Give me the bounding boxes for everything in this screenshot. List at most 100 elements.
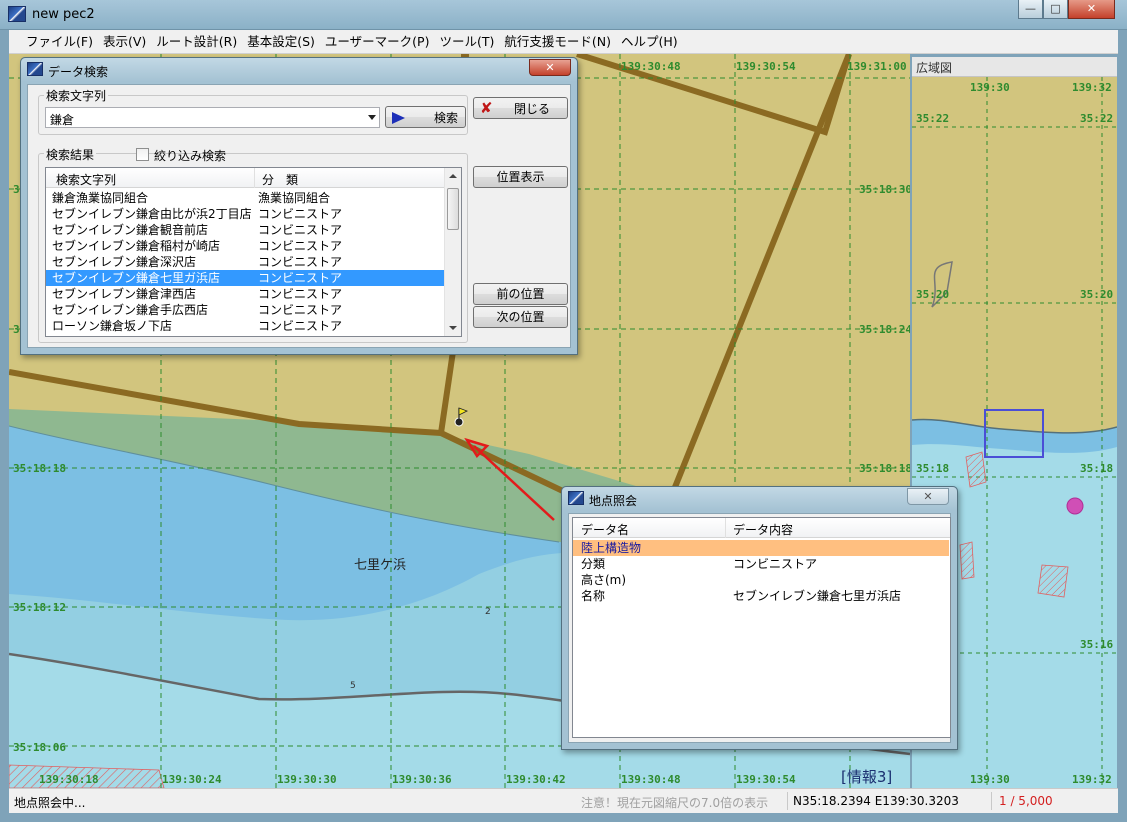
row-category: コンビニストア — [258, 207, 343, 221]
results-list[interactable]: 検索文字列 分 類 鎌倉漁業協同組合 漁業協同組合 セブンイレブン鎌倉由比が浜2丁… — [45, 167, 462, 337]
search-dialog-titlebar[interactable]: データ検索 ✕ — [21, 58, 577, 82]
overview-label-left-0: 35:22 — [916, 112, 949, 125]
results-scrollbar[interactable] — [444, 168, 461, 336]
grid-label-bottom-3: 139:30:36 — [392, 773, 452, 786]
table-row-highlighted[interactable]: 陸上構造物 — [573, 540, 949, 556]
overview-label-right-2: 35:18 — [1080, 462, 1113, 475]
table-row[interactable]: 鎌倉漁業協同組合 漁業協同組合 — [46, 190, 444, 206]
point-col-name[interactable]: データ名 — [581, 521, 629, 538]
menu-route[interactable]: ルート設計(R) — [151, 30, 242, 54]
search-button[interactable]: 検索 — [385, 106, 466, 128]
search-dialog-body: 検索文字列 鎌倉 検索 ✘ 閉じる 検索結果 絞り込み検索 検索文字列 分 類 … — [27, 84, 571, 348]
filter-checkbox-label: 絞り込み検索 — [154, 149, 227, 163]
dialog-app-icon — [27, 62, 43, 76]
search-dialog: データ検索 ✕ 検索文字列 鎌倉 検索 ✘ 閉じる 検索結果 絞り込み検索 検索… — [20, 57, 578, 355]
search-button-label: 検索 — [434, 111, 459, 125]
table-row[interactable]: セブンイレブン鎌倉津西店 コンビニストア — [46, 286, 444, 302]
grid-label-top-0: 139:30:48 — [621, 60, 681, 73]
row-name: 名称 — [581, 589, 606, 603]
row-category: コンビニストア — [258, 239, 343, 253]
point-info-list[interactable]: データ名 データ内容 陸上構造物 分類 コンビニストア 高さ(m) 名称 セブンイレ… — [572, 517, 951, 738]
row-name: セブンイレブン鎌倉稲村が崎店 — [52, 239, 221, 253]
maximize-button[interactable]: □ — [1043, 0, 1068, 19]
table-row[interactable]: セブンイレブン鎌倉稲村が崎店 コンビニストア — [46, 238, 444, 254]
prev-position-button[interactable]: 前の位置 — [473, 283, 568, 305]
scroll-thumb[interactable] — [447, 188, 459, 230]
menu-view[interactable]: 表示(V) — [98, 30, 151, 54]
point-dialog-close-icon[interactable]: ✕ — [907, 488, 949, 505]
menu-navigation[interactable]: 航行支援モード(N) — [499, 30, 616, 54]
row-value: セブンイレブン鎌倉七里ガ浜店 — [733, 589, 902, 603]
grid-label-left-1: 35:18:12 — [13, 601, 66, 614]
menu-file[interactable]: ファイル(F) — [21, 30, 98, 54]
table-row[interactable]: ローソン鎌倉坂ノ下店 コンビニストア — [46, 318, 444, 334]
depth-label-2: 2 — [485, 607, 491, 617]
grid-label-top-1: 139:30:54 — [736, 60, 796, 73]
grid-label-bottom-0: 139:30:18 — [39, 773, 99, 786]
results-list-header: 検索文字列 分 類 — [46, 168, 444, 188]
row-category: コンビニストア — [258, 287, 343, 301]
table-row[interactable]: 高さ(m) — [573, 572, 949, 588]
scroll-down-icon[interactable] — [449, 326, 457, 330]
search-input[interactable]: 鎌倉 — [45, 107, 380, 128]
row-category: コンビニストア — [258, 271, 343, 285]
menu-bar: ファイル(F) 表示(V) ルート設計(R) 基本設定(S) ユーザーマーク(P) ツール… — [9, 30, 1118, 54]
status-coordinates: N35:18.2394 E139:30.3203 — [793, 794, 959, 808]
window-title: new pec2 — [32, 7, 95, 22]
row-name: 鎌倉漁業協同組合 — [52, 191, 149, 205]
place-name: 七里ケ浜 — [354, 558, 406, 573]
table-row[interactable]: 分類 コンビニストア — [573, 556, 949, 572]
overview-label-right-0: 35:22 — [1080, 112, 1113, 125]
row-name: セブンイレブン鎌倉津西店 — [52, 287, 197, 301]
overview-label-bottom-1: 139:32 — [1072, 773, 1112, 786]
search-input-value: 鎌倉 — [50, 113, 75, 127]
menu-settings[interactable]: 基本設定(S) — [242, 30, 320, 54]
point-dialog-titlebar[interactable]: 地点照会 ✕ — [562, 487, 957, 511]
menu-usermark[interactable]: ユーザーマーク(P) — [320, 30, 435, 54]
search-dialog-close-icon[interactable]: ✕ — [529, 59, 571, 76]
filter-checkbox[interactable] — [136, 148, 149, 161]
status-mode: 地点照会中... — [14, 796, 86, 810]
point-info-header: データ名 データ内容 — [573, 518, 950, 538]
info-badge[interactable]: [情報3] — [841, 768, 892, 786]
row-category: 漁業協同組合 — [258, 191, 331, 205]
close-button[interactable]: ✕ — [1068, 0, 1115, 19]
grid-label-bottom-5: 139:30:48 — [621, 773, 681, 786]
grid-label-right-1: 35:18:24 — [859, 323, 910, 336]
show-position-button[interactable]: 位置表示 — [473, 166, 568, 188]
grid-label-bottom-2: 139:30:30 — [277, 773, 337, 786]
overview-label-top-0: 139:30 — [970, 81, 1010, 94]
grid-label-top-2: 139:31:00 — [847, 60, 907, 73]
grid-label-bottom-1: 139:30:24 — [162, 773, 222, 786]
next-position-button[interactable]: 次の位置 — [473, 306, 568, 328]
point-dialog-body: データ名 データ内容 陸上構造物 分類 コンビニストア 高さ(m) 名称 セブンイレ… — [568, 513, 951, 743]
point-dialog-title: 地点照会 — [589, 494, 638, 508]
table-row[interactable]: セブンイレブン鎌倉由比が浜2丁目店 コンビニストア — [46, 206, 444, 222]
status-scale: 1 / 5,000 — [999, 794, 1053, 808]
row-category: コンビニストア — [258, 319, 343, 333]
scroll-up-icon[interactable] — [449, 174, 457, 178]
dropdown-arrow-icon[interactable] — [368, 115, 376, 120]
menu-help[interactable]: ヘルプ(H) — [616, 30, 683, 54]
minimize-button[interactable]: — — [1018, 0, 1043, 19]
results-col-name[interactable]: 検索文字列 — [56, 171, 116, 188]
status-bar: 地点照会中... 注意！現在元図縮尺の7.0倍の表示 N35:18.2394 E… — [9, 788, 1118, 813]
row-category: コンビニストア — [258, 255, 343, 269]
grid-label-bottom-6: 139:30:54 — [736, 773, 796, 786]
table-row[interactable]: セブンイレブン鎌倉観音前店 コンビニストア — [46, 222, 444, 238]
close-dialog-button[interactable]: ✘ 閉じる — [473, 97, 568, 119]
results-col-category[interactable]: 分 類 — [262, 171, 298, 188]
point-col-value[interactable]: データ内容 — [733, 521, 793, 538]
row-name: 分類 — [581, 557, 606, 571]
table-row[interactable]: 名称 セブンイレブン鎌倉七里ガ浜店 — [573, 588, 949, 604]
table-row[interactable]: セブンイレブン鎌倉深沢店 コンビニストア — [46, 254, 444, 270]
menu-tools[interactable]: ツール(T) — [434, 30, 499, 54]
overview-marker — [1066, 497, 1084, 515]
depth-label-5: 5 — [350, 681, 356, 691]
dialog-app-icon — [568, 491, 584, 505]
table-row-selected[interactable]: セブンイレブン鎌倉七里ガ浜店 コンビニストア — [46, 270, 444, 286]
overview-label-bottom-0: 139:30 — [970, 773, 1010, 786]
overview-header: 広域図 — [912, 57, 1117, 77]
table-row[interactable]: セブンイレブン鎌倉手広西店 コンビニストア — [46, 302, 444, 318]
overview-label-top-1: 139:32 — [1072, 81, 1112, 94]
